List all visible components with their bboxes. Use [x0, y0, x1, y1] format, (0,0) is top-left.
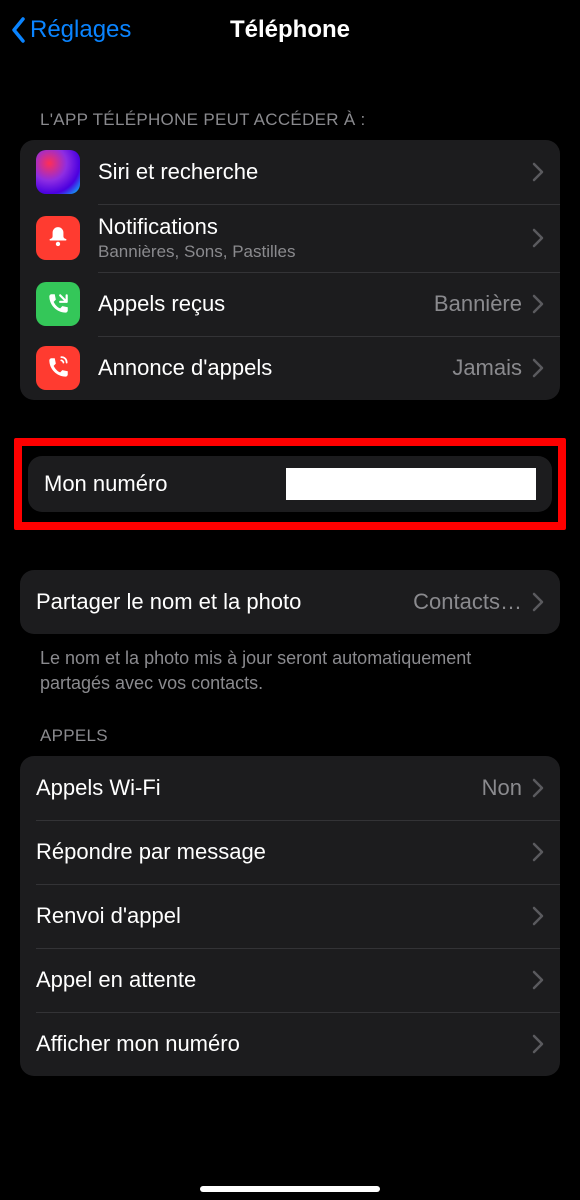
highlight-frame: Mon numéro	[14, 438, 566, 530]
bell-icon	[36, 216, 80, 260]
row-call-forwarding[interactable]: Renvoi d'appel	[20, 884, 560, 948]
row-incoming-calls[interactable]: Appels reçus Bannière	[20, 272, 560, 336]
home-indicator[interactable]	[200, 1186, 380, 1192]
row-respond-by-message[interactable]: Répondre par message	[20, 820, 560, 884]
chevron-right-icon	[532, 842, 544, 862]
section-header-calls: APPELS	[0, 696, 580, 756]
chevron-right-icon	[532, 162, 544, 182]
row-call-waiting[interactable]: Appel en attente	[20, 948, 560, 1012]
row-value: Bannière	[434, 291, 522, 317]
row-title: Appels reçus	[98, 291, 434, 317]
share-footer-note: Le nom et la photo mis à jour seront aut…	[0, 634, 580, 696]
row-subtitle: Bannières, Sons, Pastilles	[98, 242, 532, 262]
chevron-right-icon	[532, 970, 544, 990]
row-title: Appel en attente	[36, 967, 196, 993]
chevron-right-icon	[532, 1034, 544, 1054]
row-share-name-photo[interactable]: Partager le nom et la photo Contacts…	[20, 570, 560, 634]
row-title: Siri et recherche	[98, 159, 532, 185]
row-title: Partager le nom et la photo	[36, 589, 301, 615]
group-calls: Appels Wi-Fi Non Répondre par message Re…	[20, 756, 560, 1076]
row-title: Mon numéro	[44, 471, 168, 497]
row-value: Non	[482, 775, 522, 801]
back-label: Réglages	[30, 16, 131, 44]
phone-incoming-icon	[36, 282, 80, 326]
row-siri-search[interactable]: Siri et recherche	[20, 140, 560, 204]
group-share: Partager le nom et la photo Contacts…	[20, 570, 560, 634]
row-value: Jamais	[452, 355, 522, 381]
chevron-right-icon	[532, 906, 544, 926]
row-my-number[interactable]: Mon numéro	[28, 456, 552, 512]
row-title: Notifications	[98, 214, 532, 240]
chevron-right-icon	[532, 358, 544, 378]
row-wifi-calling[interactable]: Appels Wi-Fi Non	[20, 756, 560, 820]
row-title: Appels Wi-Fi	[36, 775, 161, 801]
row-show-my-number[interactable]: Afficher mon numéro	[20, 1012, 560, 1076]
row-notifications[interactable]: Notifications Bannières, Sons, Pastilles	[20, 204, 560, 272]
row-title: Renvoi d'appel	[36, 903, 181, 929]
chevron-right-icon	[532, 778, 544, 798]
nav-header: Réglages Téléphone	[0, 0, 580, 60]
group-access: Siri et recherche Notifications Bannière…	[20, 140, 560, 400]
section-header-access: L'APP TÉLÉPHONE PEUT ACCÉDER À :	[0, 60, 580, 140]
chevron-right-icon	[532, 294, 544, 314]
chevron-left-icon	[10, 15, 28, 45]
row-title: Afficher mon numéro	[36, 1031, 240, 1057]
row-announce-calls[interactable]: Annonce d'appels Jamais	[20, 336, 560, 400]
group-my-number: Mon numéro	[28, 456, 552, 512]
row-value: Contacts…	[413, 589, 522, 615]
back-button[interactable]: Réglages	[10, 15, 131, 45]
phone-announce-icon	[36, 346, 80, 390]
chevron-right-icon	[532, 228, 544, 248]
siri-icon	[36, 150, 80, 194]
phone-number-redacted	[286, 468, 536, 500]
row-title: Répondre par message	[36, 839, 266, 865]
chevron-right-icon	[532, 592, 544, 612]
row-title: Annonce d'appels	[98, 355, 452, 381]
